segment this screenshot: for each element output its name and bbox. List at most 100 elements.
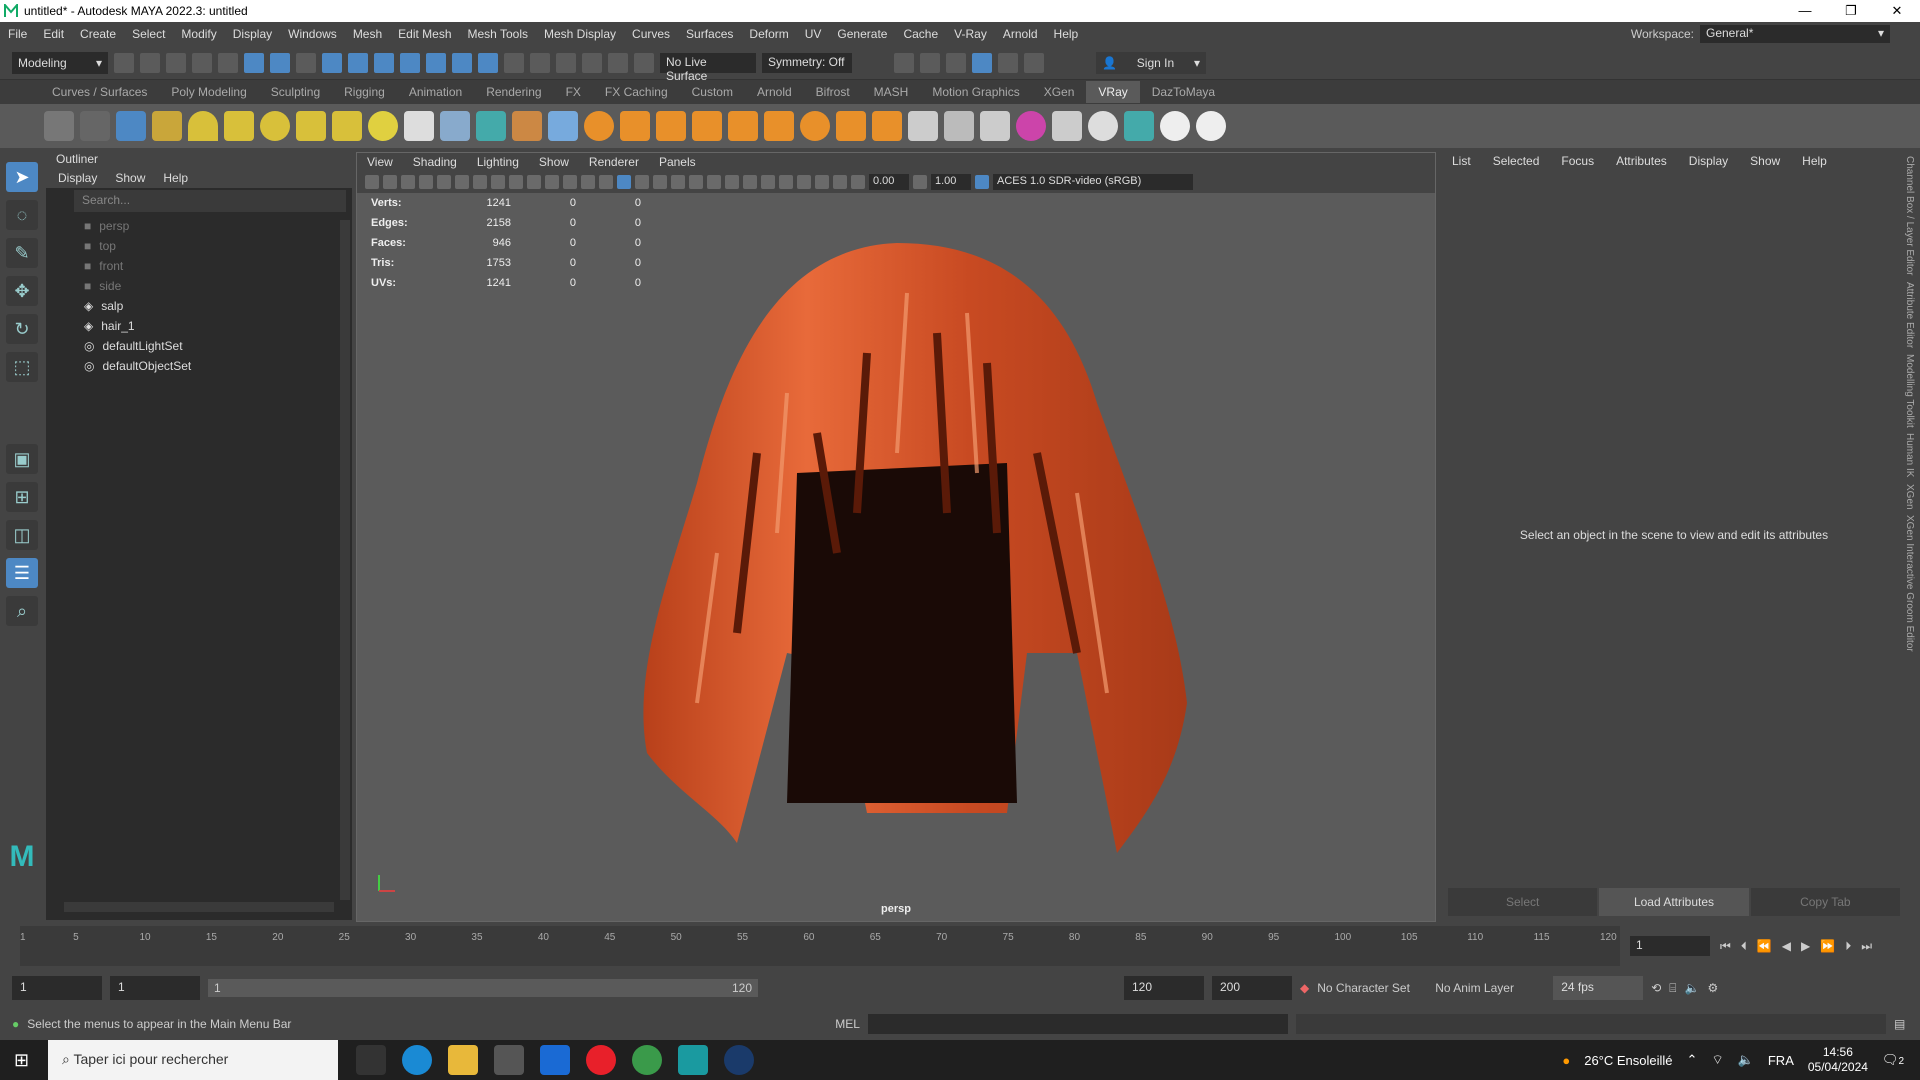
shelf-tab-daztomaya[interactable]: DazToMaya	[1140, 81, 1227, 103]
auto-key-icon[interactable]: ◆	[1300, 981, 1309, 995]
select-button[interactable]: Select	[1448, 888, 1598, 916]
image-plane-icon[interactable]	[419, 175, 433, 189]
grid-icon[interactable]	[473, 175, 487, 189]
bookmark-icon[interactable]	[401, 175, 415, 189]
current-frame-field[interactable]: 1	[1630, 936, 1710, 956]
select-tool-icon[interactable]: ➤	[6, 162, 38, 192]
menu-mesh-tools[interactable]: Mesh Tools	[460, 27, 536, 41]
gamma-icon[interactable]	[913, 175, 927, 189]
spot-light-icon[interactable]	[224, 111, 254, 141]
attr-menu-help[interactable]: Help	[1802, 150, 1827, 172]
step-back-key-icon[interactable]: ⏪	[1757, 939, 1772, 953]
shelf-tab-curves-surfaces[interactable]: Curves / Surfaces	[40, 81, 159, 103]
hypershade-icon[interactable]	[998, 52, 1018, 73]
chevron-up-icon[interactable]: ⌃	[1687, 1052, 1698, 1068]
range-slider[interactable]: 1 120	[208, 979, 758, 997]
menu-help[interactable]: Help	[1046, 27, 1087, 41]
isolate-select-icon[interactable]	[797, 175, 811, 189]
material-library-icon[interactable]	[1088, 111, 1118, 141]
vray-render-icon[interactable]	[116, 111, 146, 141]
motion-blur-icon[interactable]	[743, 175, 757, 189]
anti-aliasing-icon[interactable]	[761, 175, 775, 189]
outliner-horizontal-scrollbar[interactable]	[64, 902, 334, 912]
safe-action-icon[interactable]	[563, 175, 577, 189]
time-slider[interactable]: 1 5 10 15 20 25 30 35 40 45 50 55 60 65 70 75 80 85 90 95 10…	[0, 926, 1920, 966]
shelf-tab-animation[interactable]: Animation	[397, 81, 474, 103]
step-back-frame-icon[interactable]: ⏴	[1741, 939, 1747, 954]
select-hierarchy-icon[interactable]	[244, 52, 264, 73]
attr-menu-display[interactable]: Display	[1689, 150, 1728, 172]
loop-icon[interactable]: ⟲	[1651, 981, 1661, 995]
side-tab-channel-box[interactable]: Channel Box / Layer Editor	[1904, 156, 1915, 276]
object-properties-icon[interactable]	[980, 111, 1010, 141]
redo-icon[interactable]	[218, 52, 238, 73]
viewport-menu-show[interactable]: Show	[539, 153, 569, 171]
shelf-tab-poly-modeling[interactable]: Poly Modeling	[159, 81, 258, 103]
shelf-tab-sculpting[interactable]: Sculpting	[259, 81, 332, 103]
ipr-render-icon[interactable]	[946, 52, 966, 73]
shelf-tab-fx-caching[interactable]: FX Caching	[593, 81, 680, 103]
select-component-icon[interactable]	[296, 52, 316, 73]
menu-set-dropdown[interactable]: Modeling ▾	[12, 51, 108, 74]
outliner-item-default-light-set[interactable]: ◎ defaultLightSet	[46, 336, 352, 356]
snap-surface-icon[interactable]	[400, 52, 420, 73]
sphere-light-icon[interactable]	[260, 111, 290, 141]
side-tab-modelling-toolkit[interactable]: Modelling Toolkit	[1904, 354, 1915, 428]
notification-icon[interactable]: 🗨2	[1882, 1052, 1904, 1068]
attr-menu-attributes[interactable]: Attributes	[1616, 150, 1667, 172]
dome-light-icon[interactable]	[188, 111, 218, 141]
menu-deform[interactable]: Deform	[741, 27, 796, 41]
four-pane-layout-icon[interactable]: ⊞	[6, 482, 38, 512]
shelf-tab-motion-graphics[interactable]: Motion Graphics	[920, 81, 1031, 103]
sound-icon[interactable]: 🔈	[1685, 981, 1700, 995]
side-tab-xgen[interactable]: XGen	[1904, 484, 1915, 510]
store-icon[interactable]	[494, 1045, 524, 1075]
depth-of-field-icon[interactable]	[779, 175, 793, 189]
render-elements-icon[interactable]	[1052, 111, 1082, 141]
cosmos-icon[interactable]	[1124, 111, 1154, 141]
symmetry-dropdown[interactable]: Symmetry: Off	[762, 52, 852, 73]
displacement-icon[interactable]	[908, 111, 938, 141]
move-tool-icon[interactable]: ✥	[6, 276, 38, 306]
field-chart-icon[interactable]	[545, 175, 559, 189]
outliner-menu-help[interactable]: Help	[163, 168, 188, 188]
live-surface-field[interactable]: No Live Surface	[660, 52, 756, 83]
taskbar-search-input[interactable]: ⌕ Taper ici pour rechercher	[48, 1040, 338, 1080]
vray-logo-icon[interactable]	[1196, 111, 1226, 141]
film-gate-icon[interactable]	[491, 175, 505, 189]
file-explorer-icon[interactable]	[448, 1045, 478, 1075]
side-tab-human-ik[interactable]: Human IK	[1904, 433, 1915, 477]
xray-joints-icon[interactable]	[833, 175, 847, 189]
vray-settings-icon[interactable]	[44, 111, 74, 141]
snap-live-icon[interactable]	[452, 52, 472, 73]
clipper-icon[interactable]	[620, 111, 650, 141]
clock[interactable]: 14:56 05/04/2024	[1808, 1045, 1868, 1075]
attr-menu-show[interactable]: Show	[1750, 150, 1780, 172]
proxy-icon[interactable]	[440, 111, 470, 141]
construction-history-icon[interactable]	[582, 52, 602, 73]
colorspace-dropdown[interactable]: ACES 1.0 SDR-video (sRGB)	[993, 174, 1193, 190]
animation-start-field[interactable]: 1	[12, 976, 102, 1000]
menu-uv[interactable]: UV	[797, 27, 830, 41]
outliner-search-input[interactable]: Search...	[74, 190, 346, 212]
edge-icon[interactable]	[402, 1045, 432, 1075]
animation-end-field[interactable]: 200	[1212, 976, 1292, 1000]
side-tab-attribute-editor[interactable]: Attribute Editor	[1904, 282, 1915, 348]
viewport-menu-shading[interactable]: Shading	[413, 153, 457, 171]
load-attributes-button[interactable]: Load Attributes	[1599, 888, 1749, 916]
vray-material-icon[interactable]	[152, 111, 182, 141]
playback-settings-icon[interactable]: ⚙	[1707, 981, 1718, 995]
subdivision-icon[interactable]	[944, 111, 974, 141]
viewport-menu-lighting[interactable]: Lighting	[477, 153, 519, 171]
outliner-menu-show[interactable]: Show	[115, 168, 145, 188]
outliner-item-persp[interactable]: ■ persp	[46, 216, 352, 236]
shelf-tab-bifrost[interactable]: Bifrost	[804, 81, 862, 103]
chrome-icon[interactable]	[632, 1045, 662, 1075]
command-line-input[interactable]	[867, 1014, 1288, 1034]
ies-light-icon[interactable]	[332, 111, 362, 141]
outliner-item-side[interactable]: ■ side	[46, 276, 352, 296]
ipr-icon[interactable]	[634, 52, 654, 73]
lock-icon[interactable]	[504, 52, 524, 73]
new-scene-icon[interactable]	[114, 52, 134, 73]
snap-plane-icon[interactable]	[426, 52, 446, 73]
